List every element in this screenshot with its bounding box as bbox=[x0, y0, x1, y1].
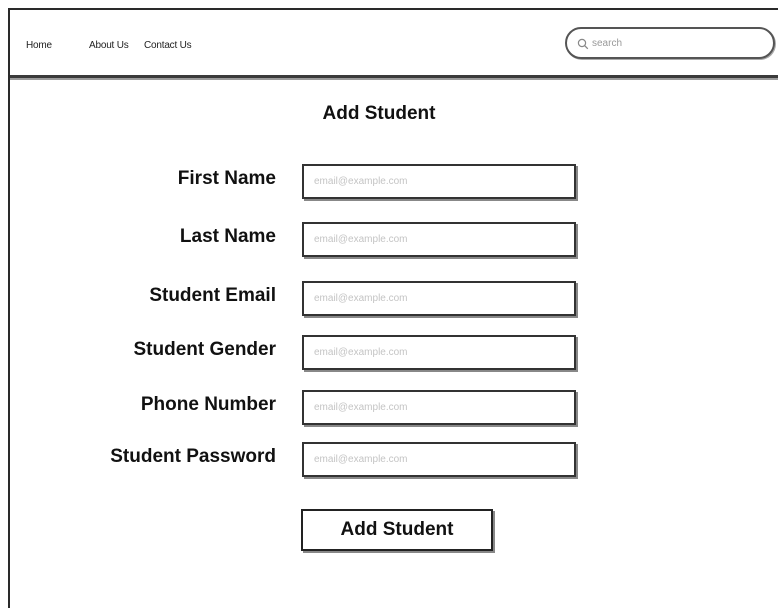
last-name-label: Last Name bbox=[179, 226, 276, 247]
nav-link-about-us[interactable]: About Us bbox=[89, 40, 129, 51]
page-title: Add Student bbox=[322, 103, 436, 124]
nav-link-contact-us[interactable]: Contact Us bbox=[144, 40, 192, 51]
student-gender-label: Student Gender bbox=[133, 339, 276, 360]
student-email-label: Student Email bbox=[149, 285, 276, 306]
student-gender-input[interactable] bbox=[302, 335, 576, 370]
last-name-input[interactable] bbox=[302, 222, 576, 257]
first-name-label: First Name bbox=[177, 168, 276, 189]
form-row-last-name: Last Name bbox=[0, 222, 600, 258]
form-row-phone-number: Phone Number bbox=[0, 390, 600, 426]
search-box[interactable] bbox=[565, 27, 775, 59]
student-password-label: Student Password bbox=[110, 446, 276, 467]
phone-number-label: Phone Number bbox=[140, 394, 276, 415]
search-icon bbox=[577, 37, 589, 50]
form-row-first-name: First Name bbox=[0, 164, 600, 200]
first-name-input[interactable] bbox=[302, 164, 576, 199]
search-input[interactable] bbox=[592, 37, 742, 49]
top-navbar: Home About Us Contact Us bbox=[10, 10, 778, 78]
form-row-student-gender: Student Gender bbox=[0, 335, 600, 371]
form-row-student-email: Student Email bbox=[0, 281, 600, 317]
student-email-input[interactable] bbox=[302, 281, 576, 316]
student-password-input[interactable] bbox=[302, 442, 576, 477]
nav-link-home[interactable]: Home bbox=[26, 40, 52, 51]
form-row-student-password: Student Password bbox=[0, 442, 600, 478]
phone-number-input[interactable] bbox=[302, 390, 576, 425]
add-student-button[interactable]: Add Student bbox=[301, 509, 493, 551]
